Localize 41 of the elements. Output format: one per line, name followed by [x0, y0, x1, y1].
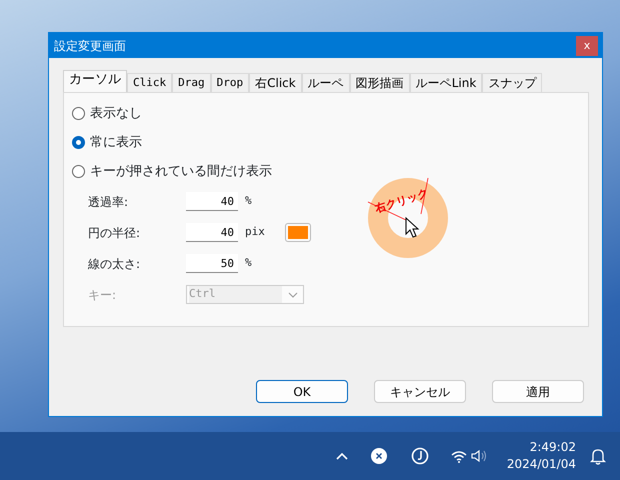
close-button[interactable]: x [576, 36, 598, 56]
radio-label[interactable]: 表示なし [90, 104, 142, 124]
radio-label[interactable]: 常に表示 [90, 132, 142, 152]
dialog-button[interactable]: OK [256, 380, 348, 403]
unit-label: pix [245, 224, 265, 240]
wifi-icon[interactable] [450, 450, 467, 462]
field-label: 円の半径: [88, 224, 142, 242]
bell-icon[interactable] [590, 448, 606, 464]
number-field[interactable]: 40 [186, 192, 238, 211]
radio-label[interactable]: キーが押されている間だけ表示 [90, 162, 272, 182]
dialog-button[interactable]: キャンセル [374, 380, 466, 403]
tab[interactable]: ルーペLink [410, 73, 482, 92]
radio-button[interactable] [72, 165, 85, 178]
field-label: 透過率: [88, 194, 130, 210]
radio-button[interactable] [72, 107, 85, 120]
unit-label: % [245, 193, 252, 210]
tab[interactable]: Drag [172, 73, 211, 92]
cursor-preview-drawing: 右クリック [366, 176, 450, 260]
close-circle-icon[interactable] [370, 448, 387, 464]
number-field[interactable]: 40 [186, 223, 238, 242]
tab[interactable]: 図形描画 [350, 73, 410, 92]
field-label: 線の太さ: [88, 256, 142, 272]
clock-date[interactable]: 2024/01/04 [506, 456, 576, 473]
field-label: キー: [88, 286, 118, 304]
window-title: 設定変更画面 [54, 38, 126, 54]
clock-time[interactable]: 2:49:02 [506, 439, 576, 456]
speaker-icon[interactable] [470, 449, 487, 463]
tab[interactable]: 右Click [249, 73, 302, 92]
tab[interactable]: Drop [210, 73, 250, 92]
tab[interactable]: Click [127, 73, 172, 92]
chevron-up-icon[interactable] [334, 451, 349, 461]
tab[interactable]: カーソル [63, 70, 127, 92]
radio-button[interactable] [72, 136, 85, 149]
tab[interactable]: スナップ [482, 73, 542, 92]
clock-icon[interactable] [410, 447, 429, 465]
unit-label: % [245, 255, 252, 272]
number-field[interactable]: 50 [186, 254, 238, 273]
dialog-button[interactable]: 適用 [492, 380, 584, 403]
chevron-down-icon[interactable] [288, 292, 298, 298]
tab[interactable]: ルーペ [302, 73, 350, 92]
color-swatch[interactable] [284, 223, 311, 242]
